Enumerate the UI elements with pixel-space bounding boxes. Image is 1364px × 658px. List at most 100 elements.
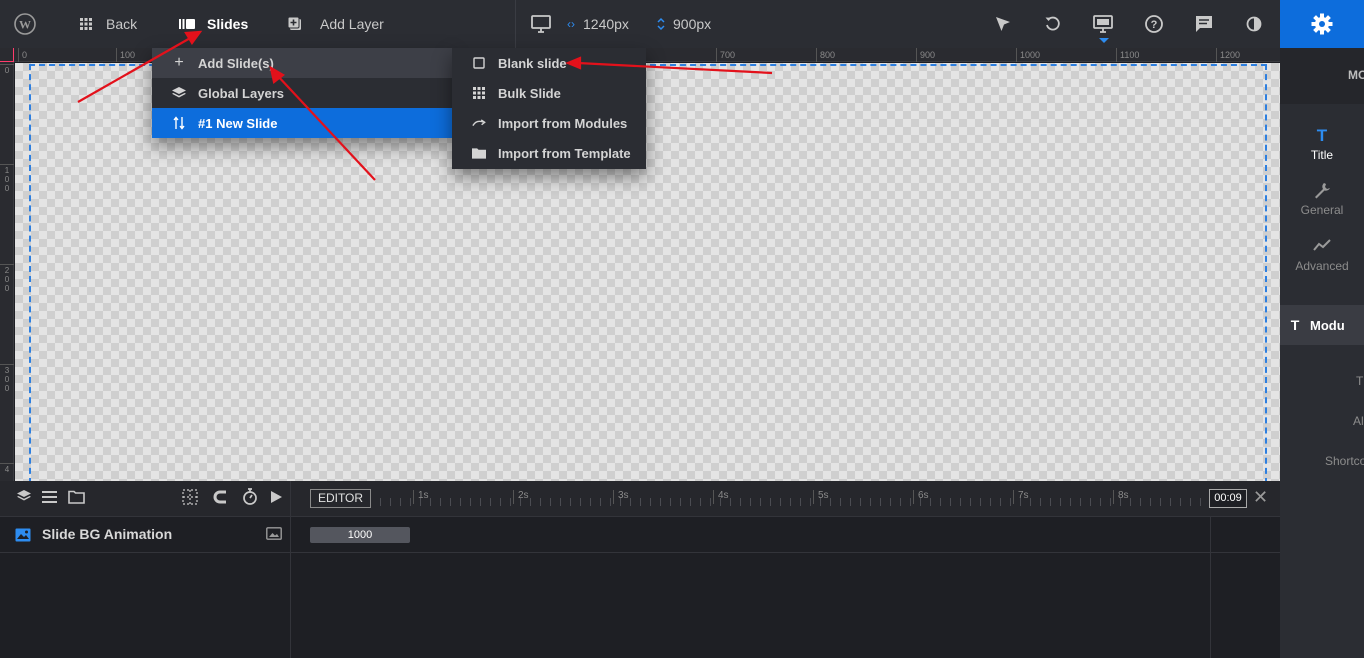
svg-text:W: W (19, 18, 31, 32)
height-field[interactable]: 900px (657, 0, 711, 48)
module-section-title: Modu (1310, 317, 1345, 333)
grid-icon (472, 87, 486, 99)
device-indicator (1099, 38, 1109, 43)
comments-button[interactable] (1195, 0, 1213, 48)
height-arrows-icon (657, 17, 665, 31)
time-label: 1s (413, 490, 429, 504)
layers-toggle-button[interactable] (15, 489, 33, 507)
plus-icon: + (174, 54, 184, 71)
curved-arrow-icon (472, 118, 486, 128)
cursor-icon (995, 16, 1011, 32)
layers-icon (17, 490, 31, 506)
ruler-tick: 900 (916, 48, 935, 62)
time-label: 6s (913, 490, 929, 504)
animation-duration-bar[interactable]: 1000 (310, 527, 410, 543)
menu-item-label: Bulk Slide (498, 85, 561, 101)
dotted-grid-icon (182, 488, 198, 508)
height-value: 900px (673, 16, 712, 32)
current-time-field[interactable]: 00:09 (1209, 489, 1247, 508)
back-button[interactable]: Back (80, 0, 137, 48)
grid-icon (80, 18, 92, 30)
svg-text:?: ? (1151, 19, 1158, 31)
magnet-icon (212, 489, 228, 508)
menu-item-label: Add Slide(s) (198, 55, 274, 71)
ruler-tick: 100 (116, 48, 135, 62)
blank-slide-item[interactable]: Blank slide (452, 48, 646, 78)
ruler-tick: 1100 (1116, 48, 1139, 62)
time-label: 8s (1113, 490, 1129, 504)
help-button[interactable]: ? (1145, 0, 1163, 48)
snap-grid-button[interactable] (181, 488, 199, 508)
slide-bg-animation-label: Slide BG Animation (42, 526, 173, 542)
time-label: 3s (613, 490, 629, 504)
ruler-tick: 700 (716, 48, 735, 62)
layers-icon (172, 86, 186, 100)
add-slide-submenu: Blank slide Bulk Slide Import from Modul… (452, 48, 646, 169)
width-field[interactable]: ‹› 1240px (567, 0, 629, 48)
import-modules-item[interactable]: Import from Modules (452, 108, 646, 138)
monitor-icon (531, 15, 551, 33)
menu-item-label: Global Layers (198, 85, 284, 101)
undo-icon (1045, 16, 1061, 32)
width-value: 1240px (583, 16, 629, 32)
menu-item-label: Import from Modules (498, 115, 628, 131)
wordpress-icon: W (14, 13, 36, 35)
menu-item-label: #1 New Slide (198, 115, 278, 131)
menu-item-label: Import from Template (498, 145, 631, 161)
field-label: Shortco (1325, 454, 1364, 468)
module-section-header[interactable]: T Modu (1280, 305, 1364, 345)
text-icon: T (1316, 126, 1328, 145)
monitor-icon (1093, 15, 1113, 33)
contrast-button[interactable] (1246, 0, 1262, 48)
add-layer-label: Add Layer (320, 16, 384, 32)
bulk-slide-item[interactable]: Bulk Slide (452, 78, 646, 108)
image-icon (15, 528, 31, 545)
add-slides-item[interactable]: + Add Slide(s) (152, 48, 452, 78)
ruler-vertical: 0 1 0 0 2 0 0 3 0 0 4 (0, 62, 14, 481)
list-view-button[interactable] (40, 489, 58, 507)
play-icon (270, 490, 282, 506)
tab-advanced[interactable]: Advanced (1280, 237, 1364, 273)
square-icon (472, 57, 486, 69)
menu-item-label: Blank slide (498, 55, 567, 71)
tab-advanced-label: Advanced (1295, 259, 1349, 273)
chart-line-icon (1280, 237, 1364, 259)
magnet-button[interactable] (211, 489, 229, 507)
slides-label: Slides (207, 16, 249, 32)
settings-button[interactable] (1280, 0, 1364, 48)
import-template-item[interactable]: Import from Template (452, 138, 646, 168)
ruler-tick: 3 0 0 (0, 364, 14, 393)
slides-icon (179, 18, 195, 30)
field-label: Al (1353, 414, 1364, 428)
folder-icon (67, 490, 85, 507)
field-label: T (1356, 374, 1364, 388)
timeline-row[interactable] (0, 517, 1280, 553)
slide-1-item[interactable]: #1 New Slide (152, 108, 452, 138)
timer-button[interactable] (241, 488, 259, 507)
close-timeline-button[interactable]: ✕ (1253, 487, 1268, 508)
select-tool-button[interactable] (995, 0, 1011, 48)
tab-general[interactable]: General (1280, 181, 1364, 217)
tab-title[interactable]: T Title (1280, 126, 1364, 162)
text-icon: T (1290, 317, 1300, 333)
add-layer-button[interactable]: Add Layer (288, 0, 384, 48)
image-settings-button[interactable] (266, 527, 282, 543)
wordpress-logo-button[interactable]: W (14, 0, 36, 48)
speech-bubble-icon (1195, 15, 1213, 33)
ruler-tick: 2 0 0 (0, 264, 14, 293)
time-label: 5s (813, 490, 829, 504)
ruler-corner (0, 48, 14, 62)
global-layers-item[interactable]: Global Layers (152, 78, 452, 108)
time-label: 7s (1013, 490, 1029, 504)
folder-button[interactable] (67, 489, 85, 507)
timeline-end-marker (1210, 517, 1211, 658)
undo-button[interactable] (1045, 0, 1061, 48)
editor-button[interactable]: EDITOR (310, 489, 371, 508)
play-button[interactable] (267, 489, 285, 507)
device-desktop-button[interactable] (531, 0, 551, 48)
slides-button[interactable]: Slides (179, 0, 248, 48)
timeline-divider (290, 481, 291, 658)
ruler-tick: 0 (0, 64, 14, 75)
ruler-tick: 0 (18, 48, 27, 62)
tab-title-label: Title (1310, 148, 1334, 162)
